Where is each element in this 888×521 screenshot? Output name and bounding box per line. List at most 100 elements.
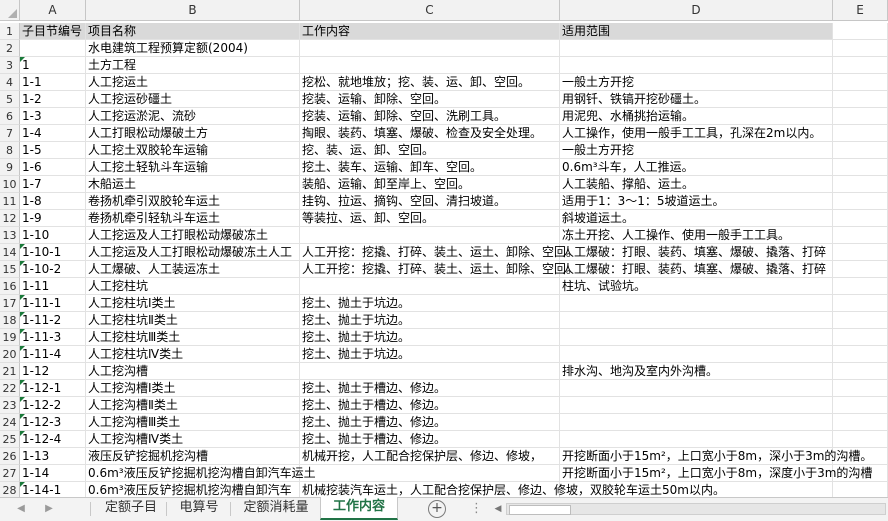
cell-e[interactable]	[833, 108, 888, 125]
cell-d[interactable]: 适用范围	[560, 23, 833, 40]
cell-a[interactable]: 1-13	[20, 448, 86, 465]
row-header[interactable]: 25	[0, 431, 20, 448]
row-header[interactable]: 16	[0, 278, 20, 295]
row-header[interactable]: 7	[0, 125, 20, 142]
more-options-icon[interactable]: ⋮	[470, 501, 483, 516]
column-header-c[interactable]: C	[300, 0, 560, 20]
cell-e[interactable]	[833, 329, 888, 346]
cell-b[interactable]: 人工挖运淤泥、流砂	[86, 108, 300, 125]
cell-a[interactable]: 1-12-2	[20, 397, 86, 414]
cell-d[interactable]	[560, 40, 833, 57]
cell-b[interactable]: 人工挖运土	[86, 74, 300, 91]
cell-a[interactable]: 1-10	[20, 227, 86, 244]
cell-a[interactable]: 1-12-3	[20, 414, 86, 431]
cell-c[interactable]: 挖装、运输、卸除、空回、洗刷工具。	[300, 108, 560, 125]
cell-d[interactable]	[560, 312, 833, 329]
cell-b[interactable]: 液压反铲挖掘机挖沟槽	[86, 448, 300, 465]
cell-a[interactable]: 1-6	[20, 159, 86, 176]
cell-b[interactable]: 人工挖运及人工打眼松动爆破冻土人工	[86, 244, 300, 261]
cell-c[interactable]: 挖土、装车、运输、卸车、空回。	[300, 159, 560, 176]
cell-d[interactable]	[560, 346, 833, 363]
row-header[interactable]: 13	[0, 227, 20, 244]
cell-a[interactable]: 1-12	[20, 363, 86, 380]
cell-c[interactable]: 挂钩、拉运、摘钩、空回、清扫坡道。	[300, 193, 560, 210]
cell-b[interactable]: 人工挖沟槽	[86, 363, 300, 380]
cell-d[interactable]: 人工爆破：打眼、装药、填塞、爆破、撬落、打碎	[560, 261, 833, 278]
cell-c[interactable]: 人工开挖：挖撬、打碎、装土、运土、卸除、空回。	[300, 244, 578, 261]
cell-c[interactable]: 装船、运输、卸至岸上、空回。	[300, 176, 560, 193]
cell-d[interactable]: 适用于1：3～1：5坡道运土。	[560, 193, 833, 210]
cell-e[interactable]	[833, 346, 888, 363]
next-sheet-icon[interactable]: ▶	[42, 502, 56, 516]
prev-sheet-icon[interactable]: ◀	[14, 502, 28, 516]
cell-c[interactable]: 挖、装、运、卸、空回。	[300, 142, 560, 159]
row-header[interactable]: 27	[0, 465, 20, 482]
column-header-b[interactable]: B	[86, 0, 300, 20]
cell-c[interactable]	[300, 40, 560, 57]
cell-a[interactable]: 1-8	[20, 193, 86, 210]
cell-d[interactable]	[560, 295, 833, 312]
cell-d[interactable]: 用泥兜、水桶挑抬运输。	[560, 108, 833, 125]
cell-e[interactable]	[833, 23, 888, 40]
cell-e[interactable]	[833, 227, 888, 244]
cell-a[interactable]: 1-11-2	[20, 312, 86, 329]
row-header[interactable]: 22	[0, 380, 20, 397]
tab-computer-code[interactable]: 电算号	[170, 498, 228, 520]
cell-a[interactable]: 1-1	[20, 74, 86, 91]
cell-d[interactable]	[560, 414, 833, 431]
cell-a[interactable]: 1-10-1	[20, 244, 86, 261]
cell-b[interactable]: 卷扬机牵引轻轨斗车运土	[86, 210, 300, 227]
row-header[interactable]: 28	[0, 482, 20, 497]
cell-a[interactable]: 1-7	[20, 176, 86, 193]
cell-b[interactable]: 人工挖土轻轨斗车运输	[86, 159, 300, 176]
cell-d[interactable]: 冻土开挖、人工操作、使用一般手工工具。	[560, 227, 833, 244]
cell-e[interactable]	[833, 125, 888, 142]
cell-c[interactable]: 挖土、抛土于坑边。	[300, 295, 560, 312]
cell-c[interactable]: 等装拉、运、卸、空回。	[300, 210, 560, 227]
cell-e[interactable]	[833, 40, 888, 57]
cell-b[interactable]: 卷扬机牵引双胶轮车运土	[86, 193, 300, 210]
row-header[interactable]: 17	[0, 295, 20, 312]
cell-d[interactable]: 人工操作，使用一般手工工具，孔深在2m以内。	[560, 125, 833, 142]
cell-b[interactable]: 人工挖土双胶轮车运输	[86, 142, 300, 159]
cell-a[interactable]: 1-11-3	[20, 329, 86, 346]
cell-c[interactable]	[300, 363, 560, 380]
row-header[interactable]: 12	[0, 210, 20, 227]
cell-e[interactable]	[833, 414, 888, 431]
cell-d[interactable]: 斜坡道运土。	[560, 210, 833, 227]
row-header[interactable]: 2	[0, 40, 20, 57]
cell-e[interactable]	[833, 261, 888, 278]
cell-b[interactable]: 人工挖沟槽Ⅳ类土	[86, 431, 300, 448]
cell-c[interactable]: 挖土、抛土于槽边、修边。	[300, 414, 560, 431]
cell-c[interactable]: 挖松、就地堆放；挖、装、运、卸、空回。	[300, 74, 560, 91]
cell-c[interactable]: 工作内容	[300, 23, 560, 40]
cell-e[interactable]	[833, 74, 888, 91]
cell-a[interactable]: 1-14	[20, 465, 86, 482]
select-all-corner[interactable]	[0, 0, 20, 20]
cell-a[interactable]: 1-9	[20, 210, 86, 227]
scroll-left-icon[interactable]: ◀	[492, 503, 504, 515]
cell-b[interactable]: 人工挖柱坑Ⅱ类土	[86, 312, 300, 329]
cell-c[interactable]: 挖装、运输、卸除、空回。	[300, 91, 560, 108]
cell-a[interactable]: 1-12-1	[20, 380, 86, 397]
cell-b[interactable]: 人工挖沟槽Ⅱ类土	[86, 397, 300, 414]
cell-b[interactable]: 0.6m³液压反铲挖掘机挖沟槽自卸汽车	[86, 482, 300, 497]
cell-e[interactable]	[833, 159, 888, 176]
cell-e[interactable]	[833, 193, 888, 210]
cell-b[interactable]: 人工挖柱坑Ⅳ类土	[86, 346, 300, 363]
cell-c[interactable]	[300, 278, 560, 295]
cell-c[interactable]: 人工开挖：挖撬、打碎、装土、运土、卸除、空回。	[300, 261, 578, 278]
cell-b[interactable]: 水电建筑工程预算定额(2004)	[86, 40, 300, 57]
cell-e[interactable]	[833, 142, 888, 159]
cell-a[interactable]: 1-11	[20, 278, 86, 295]
cell-e[interactable]	[833, 295, 888, 312]
cell-b[interactable]: 人工挖柱坑	[86, 278, 300, 295]
cell-a[interactable]: 1-3	[20, 108, 86, 125]
cell-c[interactable]: 挖土、抛土于槽边、修边。	[300, 397, 560, 414]
cell-c[interactable]: 挖土、抛土于坑边。	[300, 346, 560, 363]
cell-b[interactable]: 人工打眼松动爆破土方	[86, 125, 300, 142]
column-header-d[interactable]: D	[560, 0, 833, 20]
cell-e[interactable]	[833, 210, 888, 227]
cell-a[interactable]: 1-5	[20, 142, 86, 159]
cell-c[interactable]	[300, 57, 560, 74]
